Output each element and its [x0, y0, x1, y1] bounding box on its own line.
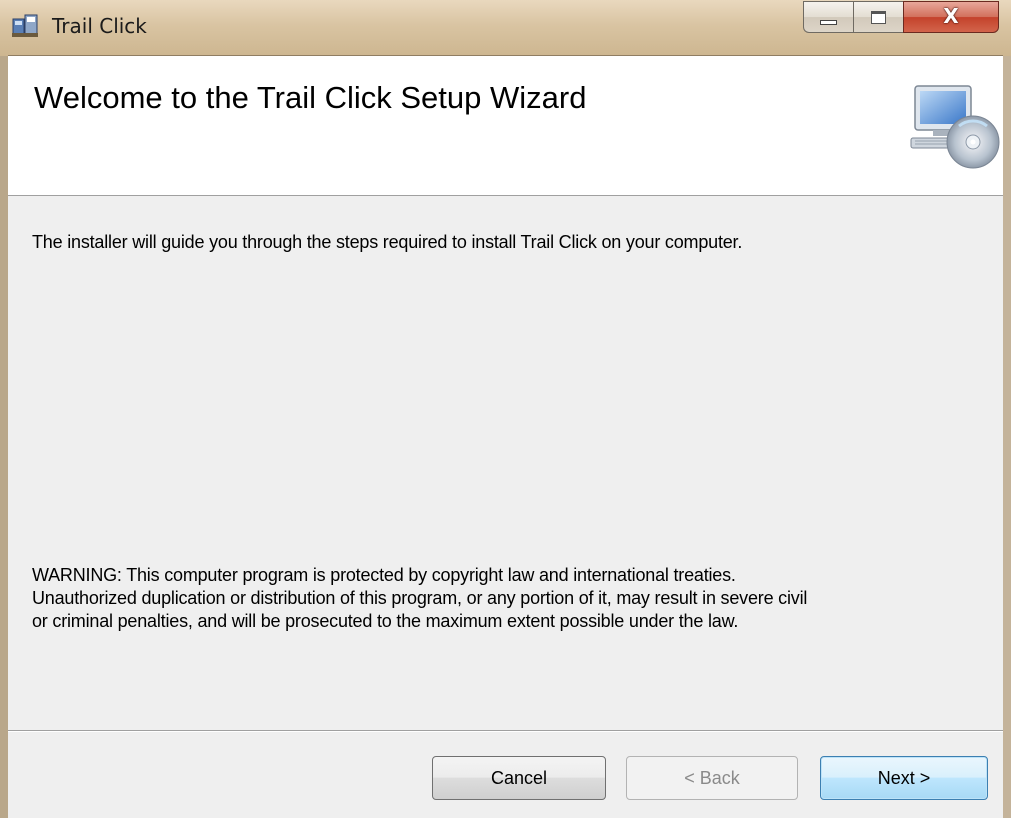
copyright-warning: WARNING: This computer program is protec… [32, 564, 982, 633]
warning-line: Unauthorized duplication or distribution… [32, 588, 808, 608]
warning-line: or criminal penalties, and will be prose… [32, 611, 739, 631]
page-title: Welcome to the Trail Click Setup Wizard [34, 80, 587, 115]
wizard-content: The installer will guide you through the… [8, 196, 1003, 730]
footer-divider [8, 730, 1003, 732]
wizard-banner: Welcome to the Trail Click Setup Wizard [8, 56, 1003, 196]
caption-buttons: X [803, 1, 999, 35]
minimize-button[interactable] [803, 1, 853, 33]
installer-icon [12, 14, 38, 37]
setup-wizard-window: Trail Click X Welcome to the Trail Click… [0, 0, 1011, 818]
intro-text: The installer will guide you through the… [32, 232, 743, 252]
warning-line: WARNING: This computer program is protec… [32, 565, 736, 585]
close-icon: X [943, 4, 959, 28]
title-bar[interactable]: Trail Click X [0, 0, 1011, 56]
maximize-button[interactable] [853, 1, 903, 33]
cancel-button[interactable]: Cancel [432, 756, 606, 800]
maximize-icon [871, 11, 886, 24]
next-button[interactable]: Next > [820, 756, 988, 800]
window-title: Trail Click [52, 14, 147, 38]
minimize-icon [820, 20, 837, 25]
back-button[interactable]: < Back [626, 756, 798, 800]
computer-cd-icon [910, 85, 1000, 169]
close-button[interactable]: X [903, 1, 999, 33]
